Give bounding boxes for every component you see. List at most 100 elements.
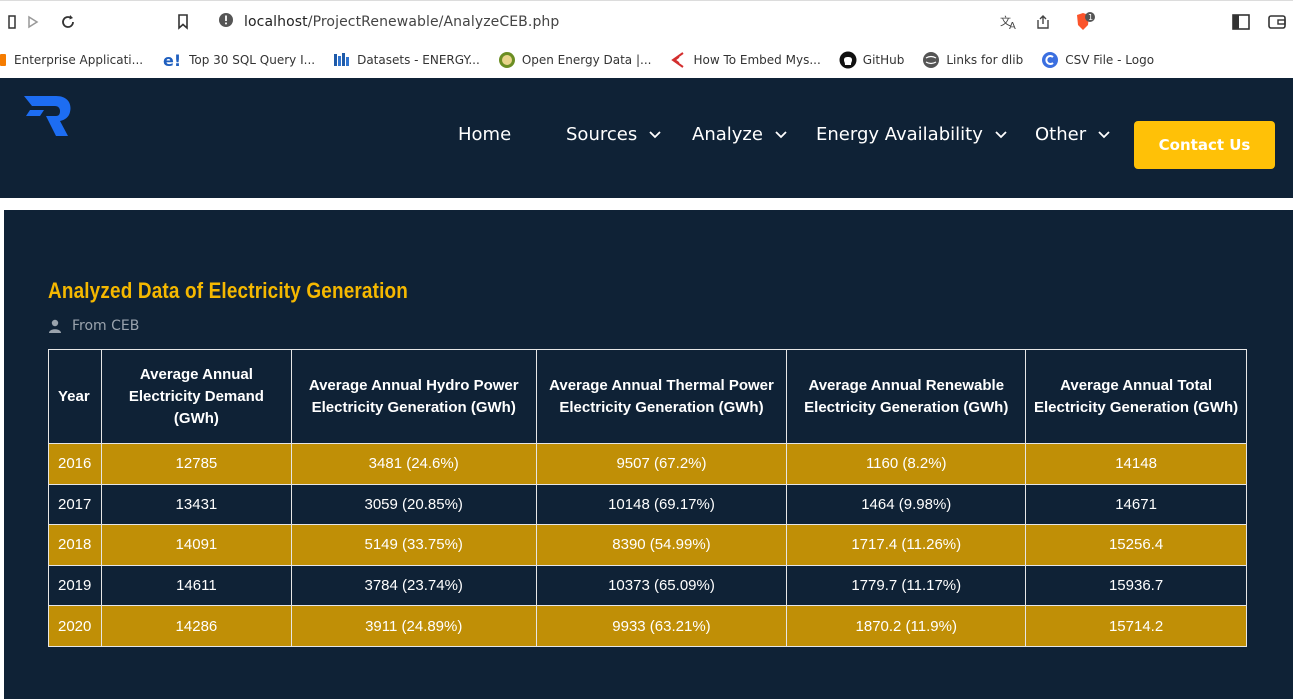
table-cell: 14611 bbox=[100, 564, 292, 607]
e-icon: e! bbox=[163, 50, 182, 70]
nav-label: Analyze bbox=[692, 124, 763, 145]
nav-label: Energy Availability bbox=[816, 124, 983, 145]
table-cell: 2020 bbox=[48, 605, 102, 647]
table-cell: 14286 bbox=[100, 605, 292, 647]
bookmark-label: Links for dlib bbox=[946, 53, 1024, 67]
table-cell: 14091 bbox=[100, 524, 292, 566]
sidebar-toggle-icon[interactable] bbox=[1228, 9, 1254, 35]
info-icon[interactable] bbox=[218, 12, 234, 33]
bookmark-item[interactable]: Open Energy Data |... bbox=[498, 51, 652, 69]
nav-label: Other bbox=[1035, 124, 1087, 145]
table-cell: 1870.2 (11.9%) bbox=[786, 605, 1027, 647]
reload-icon[interactable] bbox=[55, 9, 81, 35]
content-panel: Analyzed Data of Electricity Generation … bbox=[4, 210, 1293, 699]
column-header: Average Annual Total Electricity Generat… bbox=[1025, 349, 1247, 444]
bookmark-label: Datasets - ENERGY... bbox=[357, 53, 480, 67]
table-row: 2020 14286 3911 (24.89%) 9933 (63.21%) 1… bbox=[48, 605, 1247, 647]
book-icon bbox=[333, 51, 351, 69]
brave-shield-icon[interactable]: 1 bbox=[1072, 9, 1098, 35]
nav-energy-availability[interactable]: Energy Availability bbox=[816, 124, 1007, 145]
url-path: /ProjectRenewable/AnalyzeCEB.php bbox=[307, 14, 560, 30]
table-cell: 15256.4 bbox=[1025, 524, 1247, 566]
chevron-down-icon bbox=[995, 130, 1007, 139]
bookmark-item[interactable]: How To Embed Mys... bbox=[669, 51, 821, 69]
svg-text:A: A bbox=[1009, 21, 1016, 30]
table-cell: 3784 (23.74%) bbox=[290, 564, 537, 607]
table-cell: 2018 bbox=[48, 524, 102, 566]
table-cell: 9933 (63.21%) bbox=[535, 605, 788, 647]
site-header: Home Sources Analyze Energy Availability… bbox=[0, 78, 1293, 198]
bookmark-item[interactable]: CSV File - Logo bbox=[1041, 51, 1154, 69]
bookmark-label: Open Energy Data |... bbox=[521, 53, 652, 67]
table-cell: 8390 (54.99%) bbox=[535, 524, 788, 566]
bookmark-label: CSV File - Logo bbox=[1065, 53, 1155, 67]
nav-analyze[interactable]: Analyze bbox=[692, 124, 787, 145]
generation-table: Year Average Annual Electricity Demand (… bbox=[48, 349, 1247, 647]
table-cell: 3059 (20.85%) bbox=[290, 483, 537, 526]
table-row: 2016 12785 3481 (24.6%) 9507 (67.2%) 116… bbox=[48, 443, 1247, 485]
table-cell: 10148 (69.17%) bbox=[535, 483, 788, 526]
bookmark-item[interactable]: Links for dlib bbox=[922, 51, 1023, 69]
bookmark-item[interactable]: Enterprise Applicati... bbox=[0, 51, 143, 69]
column-header: Average Annual Hydro Power Electricity G… bbox=[290, 349, 537, 444]
table-cell: 2019 bbox=[48, 564, 102, 607]
bookmark-label: Top 30 SQL Query I... bbox=[189, 53, 316, 67]
table-cell: 14671 bbox=[1025, 483, 1247, 526]
table-cell: 2017 bbox=[48, 483, 102, 526]
user-icon bbox=[48, 319, 62, 333]
share-icon[interactable] bbox=[1030, 9, 1056, 35]
table-cell: 13431 bbox=[100, 483, 292, 526]
nav-other[interactable]: Other bbox=[1035, 124, 1110, 145]
table-row: 2017 13431 3059 (20.85%) 10148 (69.17%) … bbox=[48, 483, 1247, 526]
arrow-logo-icon bbox=[669, 51, 687, 69]
seal-icon bbox=[498, 51, 516, 69]
translate-icon[interactable]: 文A bbox=[996, 9, 1022, 35]
table-row: 2018 14091 5149 (33.75%) 8390 (54.99%) 1… bbox=[48, 524, 1247, 566]
site-logo[interactable] bbox=[22, 94, 74, 143]
table-cell: 9507 (67.2%) bbox=[535, 443, 788, 485]
wallet-icon[interactable] bbox=[1264, 9, 1290, 35]
chevron-down-icon bbox=[649, 130, 661, 139]
column-header: Average Annual Thermal Power Electricity… bbox=[535, 349, 788, 444]
column-header: Average Annual Renewable Electricity Gen… bbox=[786, 349, 1027, 444]
orange-square-icon bbox=[0, 51, 8, 69]
bookmark-item[interactable]: Datasets - ENERGY... bbox=[333, 51, 480, 69]
table-cell: 1160 (8.2%) bbox=[786, 443, 1027, 485]
table-row: 2019 14611 3784 (23.74%) 10373 (65.09%) … bbox=[48, 564, 1247, 607]
forward-icon[interactable] bbox=[20, 9, 46, 35]
address-bar[interactable]: localhost/ProjectRenewable/AnalyzeCEB.ph… bbox=[206, 7, 1106, 37]
nav-label: Home bbox=[458, 124, 512, 145]
url-text: localhost/ProjectRenewable/AnalyzeCEB.ph… bbox=[244, 14, 559, 30]
bookmark-icon[interactable] bbox=[170, 9, 196, 35]
column-header: Average Annual Electricity Demand (GWh) bbox=[100, 349, 292, 444]
c-logo-icon bbox=[1041, 51, 1059, 69]
bookmark-label: GitHub bbox=[862, 53, 905, 67]
table-cell: 3481 (24.6%) bbox=[290, 443, 537, 485]
browser-toolbar: localhost/ProjectRenewable/AnalyzeCEB.ph… bbox=[0, 0, 1293, 42]
chevron-down-icon bbox=[775, 130, 787, 139]
header-divider bbox=[0, 198, 1293, 210]
nav-sources[interactable]: Sources bbox=[566, 124, 661, 145]
table-cell: 5149 (33.75%) bbox=[290, 524, 537, 566]
chevron-down-icon bbox=[1098, 130, 1110, 139]
bookmark-label: How To Embed Mys... bbox=[693, 53, 821, 67]
table-cell: 15714.2 bbox=[1025, 605, 1247, 647]
bookmark-item[interactable]: GitHub bbox=[839, 51, 905, 69]
nav-label: Sources bbox=[566, 124, 638, 145]
table-cell: 1779.7 (11.17%) bbox=[786, 564, 1027, 607]
table-cell: 12785 bbox=[100, 443, 292, 485]
column-header: Year bbox=[48, 349, 102, 444]
extension-badge: 1 bbox=[1088, 13, 1093, 22]
table-cell: 2016 bbox=[48, 443, 102, 485]
nav-home[interactable]: Home bbox=[458, 124, 511, 145]
table-cell: 10373 (65.09%) bbox=[535, 564, 788, 607]
table-cell: 15936.7 bbox=[1025, 564, 1247, 607]
table-cell: 1464 (9.98%) bbox=[786, 483, 1027, 526]
contact-us-button[interactable]: Contact Us bbox=[1134, 121, 1275, 169]
globe-icon bbox=[922, 51, 940, 69]
table-cell: 14148 bbox=[1025, 443, 1247, 485]
bookmark-item[interactable]: e! Top 30 SQL Query I... bbox=[161, 50, 316, 70]
table-header-row: Year Average Annual Electricity Demand (… bbox=[48, 349, 1247, 444]
table-cell: 1717.4 (11.26%) bbox=[786, 524, 1027, 566]
source-text: From CEB bbox=[72, 318, 140, 334]
